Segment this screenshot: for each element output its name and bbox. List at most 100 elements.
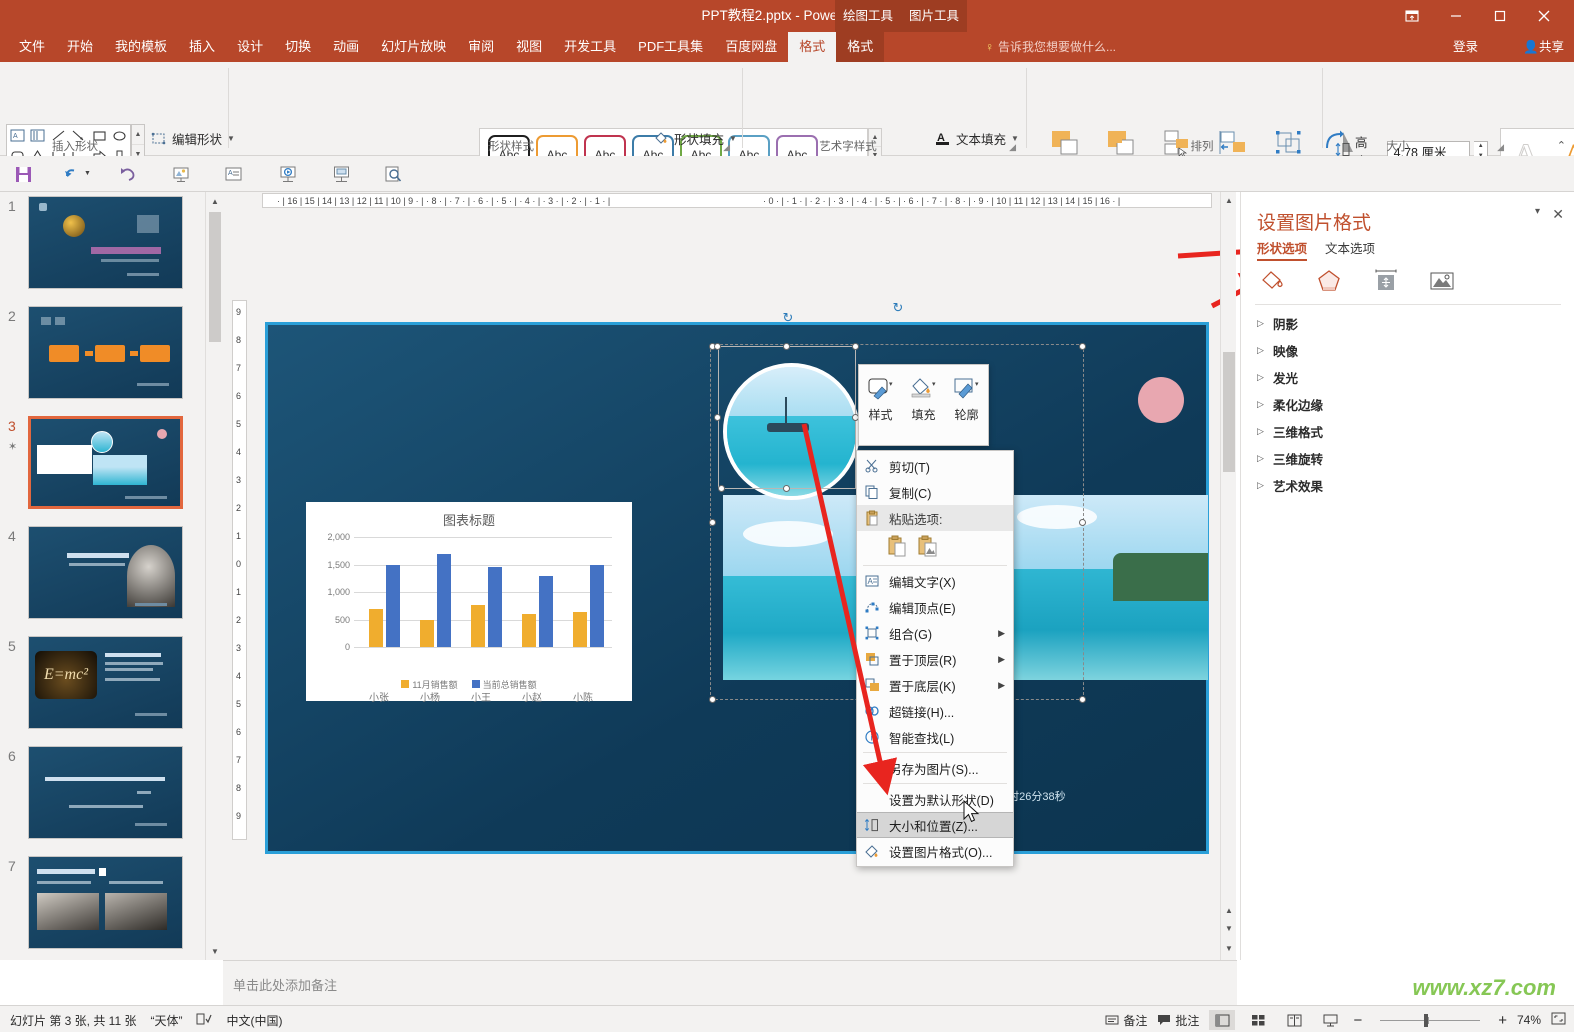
minimize-button[interactable] — [1434, 0, 1478, 32]
selection-handle-se[interactable] — [1079, 696, 1086, 703]
tab-baidu-netdisk[interactable]: 百度网盘 — [714, 32, 788, 62]
pink-circle-decoration[interactable] — [1138, 377, 1184, 423]
expand-triangle-icon[interactable]: ▷ — [1257, 480, 1273, 491]
share-button[interactable]: 👤共享 — [1523, 32, 1564, 62]
undo-chevron-down-icon[interactable]: ▼ — [84, 170, 91, 177]
expand-triangle-icon[interactable]: ▷ — [1257, 345, 1273, 356]
thumbnail-slide-2[interactable]: 2 — [0, 302, 205, 412]
format-pane-tab-text-options[interactable]: 文本选项 — [1325, 238, 1375, 261]
tab-slideshow[interactable]: 幻灯片放映 — [370, 32, 457, 62]
expand-triangle-icon[interactable]: ▷ — [1257, 453, 1273, 464]
thumbnail-slide-3[interactable]: 3 ✶ — [0, 412, 205, 522]
canvas-scroll-thumb[interactable] — [1223, 352, 1235, 472]
format-picture-pane[interactable]: 设置图片格式 ▾ ✕ 形状选项 文本选项 ▷ 阴影 ▷ 映像 ▷ 发光 ▷ 柔化… — [1240, 192, 1574, 960]
expand-triangle-icon[interactable]: ▷ — [1257, 372, 1273, 383]
tab-animations[interactable]: 动画 — [322, 32, 370, 62]
edit-shape-button[interactable]: 编辑形状 ▼ — [150, 126, 235, 150]
expand-triangle-icon[interactable]: ▷ — [1257, 318, 1273, 329]
zoom-in-button[interactable]: + — [1498, 1012, 1507, 1029]
tab-drawing-format[interactable]: 格式 — [788, 32, 837, 62]
tab-my-templates[interactable]: 我的模板 — [104, 32, 178, 62]
presenter-icon[interactable] — [328, 162, 354, 186]
zoom-out-button[interactable]: − — [1353, 1012, 1362, 1029]
canvas-scroll-down-icon[interactable]: ▲ — [1221, 902, 1237, 918]
mini-outline-button[interactable]: ▾ 轮廓 — [947, 372, 987, 423]
comments-toggle-button[interactable]: 批注 — [1157, 1012, 1199, 1029]
tab-insert[interactable]: 插入 — [178, 32, 226, 62]
chart-object[interactable]: 图表标题 0 500 1,000 1,500 2,000 小张 小杨 小王 小赵… — [306, 502, 632, 704]
format-section-glow[interactable]: ▷ 发光 — [1257, 364, 1298, 390]
zoom-slider[interactable] — [1372, 1011, 1488, 1029]
picture-icon[interactable] — [1425, 266, 1459, 296]
thumbnail-slide-4[interactable]: 4 — [0, 522, 205, 632]
tab-pdf-tools[interactable]: PDF工具集 — [627, 32, 714, 62]
tab-file[interactable]: 文件 — [8, 32, 56, 62]
sign-in-button[interactable]: 登录 — [1453, 32, 1478, 62]
save-icon[interactable] — [10, 162, 36, 186]
format-section-3d-format[interactable]: ▷ 三维格式 — [1257, 418, 1323, 444]
collapse-ribbon-button[interactable]: ⌃ — [1557, 139, 1566, 152]
selection-handle-sw[interactable] — [718, 485, 725, 492]
format-section-soft-edges[interactable]: ▷ 柔化边缘 — [1257, 391, 1323, 417]
canvas-next-slide-icon[interactable]: ▼ — [1221, 940, 1237, 956]
tab-transitions[interactable]: 切换 — [274, 32, 322, 62]
ribbon-display-options-icon[interactable] — [1390, 0, 1434, 32]
close-button[interactable] — [1522, 0, 1566, 32]
slide-sorter-button[interactable] — [1245, 1010, 1271, 1030]
notes-toggle-button[interactable]: 备注 — [1105, 1012, 1147, 1029]
new-slide-icon[interactable]: A — [220, 162, 246, 186]
format-section-shadow[interactable]: ▷ 阴影 — [1257, 310, 1298, 336]
selection-handle-e[interactable] — [1079, 519, 1086, 526]
format-section-reflection[interactable]: ▷ 映像 — [1257, 337, 1298, 363]
canvas-scroll-up-icon[interactable]: ▲ — [1221, 192, 1237, 208]
slide-thumbnail-pane[interactable]: 1 2 3 ✶ 4 5 E=mc² 6 7 — [0, 192, 205, 960]
mini-fill-button[interactable]: ▾ 填充 — [904, 372, 944, 423]
format-pane-close-icon[interactable]: ✕ — [1552, 206, 1564, 223]
selection-handle-sw[interactable] — [709, 696, 716, 703]
tab-developer[interactable]: 开发工具 — [553, 32, 627, 62]
spin-up-icon[interactable]: ▲ — [1474, 142, 1487, 152]
zoom-knob[interactable] — [1424, 1013, 1429, 1027]
tab-home[interactable]: 开始 — [56, 32, 104, 62]
notes-pane[interactable]: 单击此处添加备注 — [223, 960, 1237, 1005]
redo-icon[interactable] — [115, 162, 141, 186]
selection-handle-w[interactable] — [709, 519, 716, 526]
tab-review[interactable]: 审阅 — [457, 32, 505, 62]
format-pane-tab-shape-options[interactable]: 形状选项 — [1257, 238, 1308, 261]
selection-handle-s[interactable] — [783, 485, 790, 492]
format-section-artistic-effects[interactable]: ▷ 艺术效果 — [1257, 472, 1323, 498]
thumbnail-slide-1[interactable]: 1 — [0, 192, 205, 302]
thumbnail-slide-7[interactable]: 7 — [0, 852, 205, 960]
thumbnail-scroll-down-icon[interactable]: ▼ — [206, 942, 224, 960]
expand-triangle-icon[interactable]: ▷ — [1257, 399, 1273, 410]
selection-handle-ne[interactable] — [852, 343, 859, 350]
selection-handle-ne[interactable] — [1079, 343, 1086, 350]
tab-design[interactable]: 设计 — [226, 32, 274, 62]
context-menu-item-format-picture[interactable]: 设置图片格式(O)... — [857, 838, 1013, 864]
normal-view-button[interactable] — [1209, 1010, 1236, 1030]
start-from-current-icon[interactable] — [168, 162, 194, 186]
tell-me-box[interactable]: ♀ 告诉我您想要做什么... — [985, 32, 1116, 62]
selection-handle-nw[interactable] — [714, 343, 721, 350]
canvas-previous-slide-icon[interactable]: ▼ — [1221, 920, 1237, 936]
rotation-handle-circle[interactable]: ↻ — [780, 310, 796, 326]
language-label[interactable]: 中文(中国) — [226, 1012, 282, 1029]
effects-pentagon-icon[interactable] — [1313, 266, 1347, 296]
chevron-down-icon[interactable]: ▼ — [729, 134, 737, 143]
thumbnail-scrollbar[interactable]: ▲ ▼ — [205, 192, 224, 960]
canvas-vertical-scrollbar[interactable]: ▲ ▲ ▼ ▼ — [1220, 192, 1236, 960]
thumbnail-slide-5[interactable]: 5 E=mc² — [0, 632, 205, 742]
thumbnail-scroll-thumb[interactable] — [209, 212, 221, 342]
slideshow-icon[interactable] — [275, 162, 301, 186]
fit-slide-button[interactable] — [1551, 1012, 1566, 1028]
reading-view-button[interactable] — [1281, 1010, 1307, 1030]
tab-picture-format[interactable]: 格式 — [836, 32, 885, 62]
spellcheck-icon[interactable] — [196, 1013, 213, 1029]
rotation-handle-group[interactable]: ↻ — [890, 300, 906, 316]
format-pane-collapse-icon[interactable]: ▾ — [1535, 206, 1540, 217]
selection-handle-w[interactable] — [714, 414, 721, 421]
shape-styles-dialog-launcher[interactable]: ◢ — [723, 142, 730, 153]
selection-handle-n[interactable] — [783, 343, 790, 350]
size-dialog-launcher[interactable]: ◢ — [1497, 142, 1504, 153]
undo-icon[interactable] — [58, 162, 84, 186]
